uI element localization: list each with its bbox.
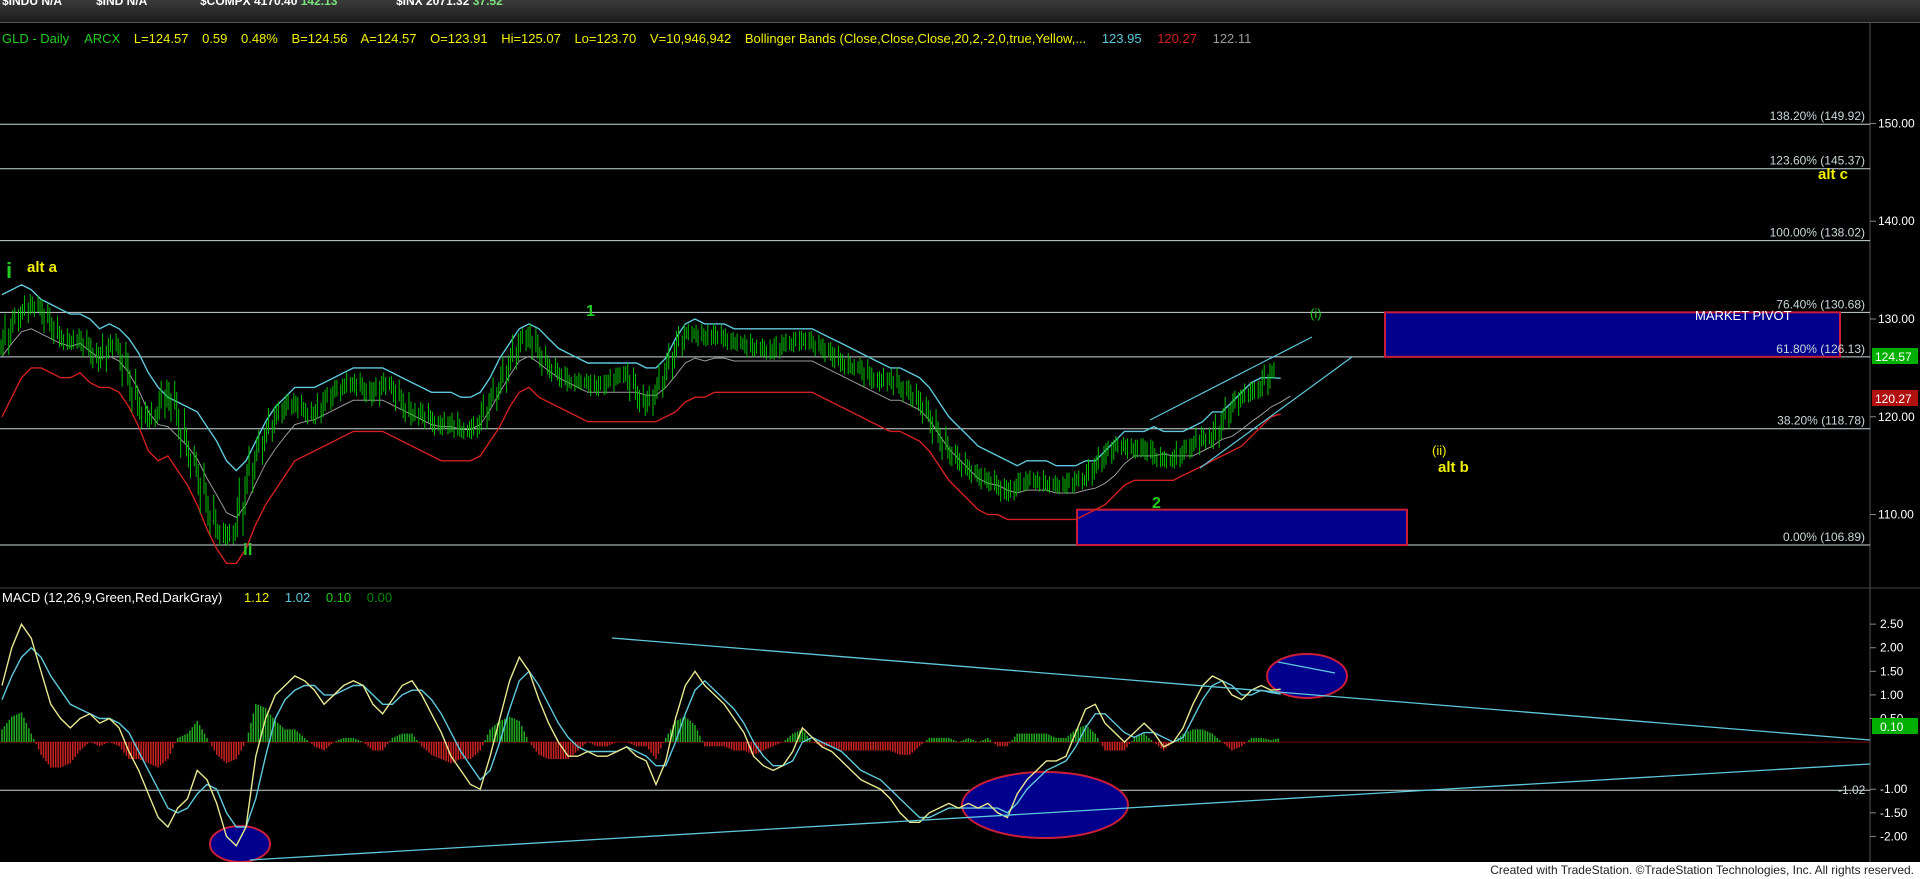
lower-band-tag-text: 120.27 [1875, 392, 1912, 406]
fib-label: 0.00% (106.89) [1783, 530, 1865, 544]
macd-axis-label: 1.00 [1880, 688, 1904, 702]
wave-2-target-zone [1076, 508, 1408, 546]
macd-low-ellipse [209, 825, 271, 862]
price-axis-label: 130.00 [1878, 312, 1915, 326]
macd-breakout-ellipse [1266, 653, 1348, 699]
fib-label: 100.00% (138.02) [1770, 226, 1865, 240]
macd-hist-tag-text: 0.10 [1880, 720, 1904, 734]
price-axis-label: 110.00 [1878, 508, 1914, 522]
fib-label: 38.20% (118.78) [1777, 414, 1865, 428]
wave-label-2: 2 [1152, 495, 1161, 512]
price-header: GLD - Daily ARCX L=124.57 0.59 0.48% B=1… [2, 31, 1251, 46]
wave-label-ii: ii [243, 540, 252, 559]
macd-axis-label: 1.50 [1880, 664, 1904, 678]
last-price-tag-text: 124.57 [1875, 350, 1912, 364]
price-bars [0, 294, 1275, 546]
fib-label: 61.80% (126.13) [1776, 342, 1865, 356]
price-axis-label: 150.00 [1878, 116, 1915, 130]
wave-label-alt-a: alt a [27, 259, 58, 276]
fib-label: 138.20% (149.92) [1770, 109, 1865, 123]
wave-label-alt-c: alt c [1818, 166, 1848, 183]
wave-label-small-i: (i) [1310, 306, 1322, 321]
macd-axis-label: 2.50 [1880, 617, 1904, 631]
macd-axis-label: -2.00 [1880, 829, 1908, 843]
macd-oversold-ellipse [961, 771, 1129, 839]
macd-axis-label: -1.00 [1880, 782, 1908, 796]
wave-label-small-ii: (ii) [1432, 443, 1446, 458]
wave-label-i: i [6, 258, 12, 283]
macd-descending-trendline [611, 637, 1871, 741]
price-axis-label: 120.00 [1878, 410, 1915, 424]
macd-axis-label: -1.50 [1880, 806, 1908, 820]
copyright-text: Created with TradeStation. ©TradeStation… [1490, 863, 1914, 877]
wave-label-1: 1 [586, 303, 595, 320]
macd-header: MACD (12,26,9,Green,Red,DarkGray) 1.12 1… [2, 590, 392, 605]
footer: Created with TradeStation. ©TradeStation… [0, 862, 1920, 879]
price-axis: 150.00 140.00 130.00 120.00 110.00 [1870, 116, 1915, 522]
chart-canvas: GLD - Daily ARCX L=124.57 0.59 0.48% B=1… [0, 22, 1920, 862]
fib-label: 76.40% (130.68) [1776, 297, 1865, 311]
macd-level-label: -1.02 [1838, 783, 1866, 797]
price-axis-label: 140.00 [1878, 214, 1915, 228]
macd-axis-label: 2.00 [1880, 641, 1904, 655]
wave-label-alt-b: alt b [1438, 459, 1469, 476]
